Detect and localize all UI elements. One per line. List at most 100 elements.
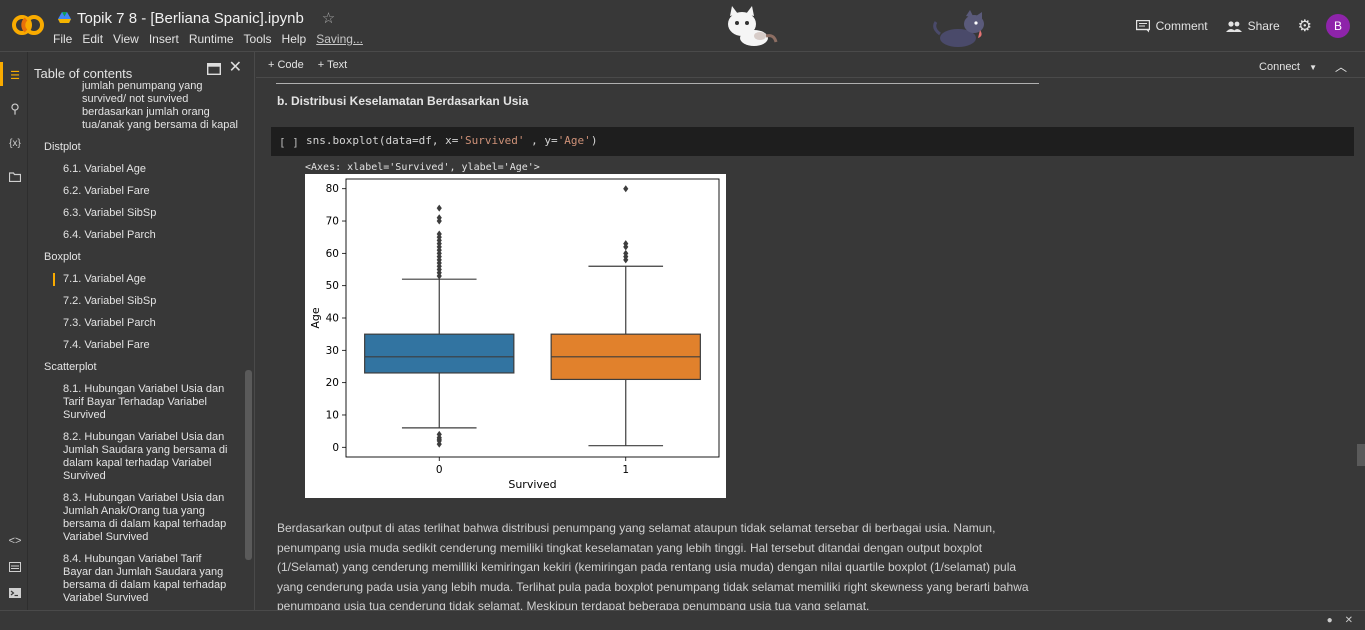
toc-scrollbar[interactable] bbox=[245, 370, 252, 560]
search-icon[interactable]: ⚲ bbox=[6, 100, 24, 118]
toc-header-actions: ✕ bbox=[206, 60, 242, 78]
status-indicator-icon[interactable]: ● bbox=[1327, 615, 1333, 626]
dog-mascot-icon bbox=[933, 10, 984, 47]
avatar[interactable]: B bbox=[1326, 14, 1350, 38]
code-prefix: sns.boxplot(data=df, x= bbox=[306, 134, 459, 147]
boxplot-chart: 0 10 20 30 40 50 60 70 80 Age Survived 0 1 bbox=[309, 178, 720, 491]
menu-help[interactable]: Help bbox=[282, 32, 307, 46]
toc-item[interactable]: 6.4. Variabel Parch bbox=[63, 229, 233, 242]
outlier-point bbox=[436, 204, 442, 212]
y-tick-label: 70 bbox=[326, 216, 339, 228]
y-tick-label: 40 bbox=[326, 313, 339, 325]
comment-icon bbox=[1135, 19, 1150, 32]
notebook-toolbar: + Code + Text Connect ▼ ︿ bbox=[256, 52, 1365, 78]
share-button[interactable]: Share bbox=[1225, 19, 1280, 33]
drive-icon bbox=[58, 12, 71, 23]
menu-bar: File Edit View Insert Runtime Tools Help… bbox=[53, 32, 373, 46]
status-bar: ● ✕ bbox=[0, 610, 1365, 630]
cat-mascot-icon bbox=[728, 6, 778, 46]
toc-item[interactable]: 8.3. Hubungan Variabel Usia dan Jumlah A… bbox=[63, 492, 233, 544]
comment-label: Comment bbox=[1155, 19, 1208, 33]
variables-icon[interactable]: {x} bbox=[6, 134, 24, 152]
menu-edit[interactable]: Edit bbox=[82, 32, 103, 46]
table-of-contents-icon[interactable]: ☰ bbox=[6, 66, 24, 84]
app-header: Topik 7 8 - [Berliana Spanic].ipynb ☆ Fi… bbox=[0, 0, 1365, 52]
folder-icon[interactable] bbox=[6, 168, 24, 186]
run-cell-button[interactable]: [ ] bbox=[279, 136, 299, 149]
saving-status[interactable]: Saving... bbox=[316, 32, 363, 46]
menu-tools[interactable]: Tools bbox=[244, 32, 272, 46]
y-tick-label: 50 bbox=[326, 280, 339, 292]
y-tick-label: 60 bbox=[326, 248, 339, 260]
gear-icon: ⚙ bbox=[1297, 18, 1312, 35]
add-text-button[interactable]: + Text bbox=[318, 59, 347, 71]
outlier-point bbox=[623, 185, 629, 193]
notebook-content: b. Distribusi Keselamatan Berdasarkan Us… bbox=[256, 79, 1365, 610]
colab-logo-icon[interactable] bbox=[12, 12, 44, 38]
terminal-icon[interactable] bbox=[6, 584, 24, 602]
notebook-title[interactable]: Topik 7 8 - [Berliana Spanic].ipynb bbox=[77, 10, 304, 27]
code-string: 'Survived' bbox=[458, 134, 525, 147]
close-icon[interactable]: ✕ bbox=[1345, 615, 1353, 626]
left-rail: ☰ ⚲ {x} <> bbox=[0, 52, 28, 610]
settings-button[interactable]: ⚙ bbox=[1298, 16, 1312, 36]
y-tick-label: 20 bbox=[326, 377, 339, 389]
code-suffix: ) bbox=[590, 134, 598, 147]
dropdown-caret-icon: ▼ bbox=[1309, 62, 1317, 72]
axes-frame bbox=[345, 178, 720, 458]
code-snippets-icon[interactable]: <> bbox=[6, 532, 24, 550]
toc-item[interactable]: 7.2. Variabel SibSp bbox=[63, 295, 233, 308]
table-of-contents-panel: Table of contents ✕ jumlah penumpang yan… bbox=[28, 52, 255, 610]
people-icon bbox=[1225, 20, 1242, 32]
explanation-paragraph: Berdasarkan output di atas terlihat bahw… bbox=[277, 521, 1029, 610]
y-tick-label: 30 bbox=[326, 345, 339, 357]
x-tick-label: 0 bbox=[436, 464, 443, 476]
toc-item[interactable]: 6.2. Variabel Fare bbox=[63, 185, 233, 198]
y-axis-label: Age bbox=[309, 307, 322, 329]
share-label: Share bbox=[1247, 19, 1280, 33]
toc-item[interactable]: 7.4. Variabel Fare bbox=[63, 339, 233, 352]
code-mid: , y= bbox=[524, 134, 558, 147]
connect-label: Connect bbox=[1259, 60, 1300, 73]
toc-title: Table of contents bbox=[34, 66, 133, 81]
main-scrollbar[interactable] bbox=[1357, 444, 1365, 466]
add-code-button[interactable]: + Code bbox=[268, 59, 304, 71]
command-palette-icon[interactable] bbox=[6, 558, 24, 576]
toc-item-scatterplot[interactable]: Scatterplot bbox=[44, 361, 97, 374]
menu-runtime[interactable]: Runtime bbox=[189, 32, 234, 46]
toc-item-boxplot[interactable]: Boxplot bbox=[44, 251, 81, 264]
close-icon[interactable]: ✕ bbox=[229, 60, 242, 78]
header-actions: Comment Share ⚙ B bbox=[1118, 14, 1350, 38]
toc-item[interactable]: 6.3. Variabel SibSp bbox=[63, 207, 233, 220]
y-tick-label: 0 bbox=[332, 442, 339, 454]
code-string: 'Age' bbox=[557, 134, 591, 147]
toc-item[interactable]: 6.1. Variabel Age bbox=[63, 163, 233, 176]
y-tick-label: 80 bbox=[326, 183, 339, 195]
toc-item[interactable]: 8.2. Hubungan Variabel Usia dan Jumlah S… bbox=[63, 431, 233, 483]
code-text[interactable]: sns.boxplot(data=df, x='Survived' , y='A… bbox=[306, 134, 597, 147]
menu-view[interactable]: View bbox=[113, 32, 139, 46]
toc-item[interactable]: 7.3. Variabel Parch bbox=[63, 317, 233, 330]
menu-file[interactable]: File bbox=[53, 32, 72, 46]
divider bbox=[276, 83, 1039, 84]
code-cell[interactable]: [ ] sns.boxplot(data=df, x='Survived' , … bbox=[271, 127, 1354, 156]
section-heading: b. Distribusi Keselamatan Berdasarkan Us… bbox=[277, 94, 529, 108]
menu-insert[interactable]: Insert bbox=[149, 32, 179, 46]
title-row: Topik 7 8 - [Berliana Spanic].ipynb ☆ bbox=[58, 9, 335, 27]
toc-item-active[interactable]: 7.1. Variabel Age bbox=[53, 273, 233, 286]
toc-item[interactable]: 8.1. Hubungan Variabel Usia dan Tarif Ba… bbox=[63, 383, 233, 422]
box-0 bbox=[364, 333, 515, 374]
star-icon[interactable]: ☆ bbox=[322, 9, 335, 27]
connect-button[interactable]: Connect ▼ bbox=[1259, 61, 1317, 73]
rail-active-indicator bbox=[0, 62, 3, 86]
toc-item-distplot[interactable]: Distplot bbox=[44, 141, 81, 154]
toc-item[interactable]: 8.4. Hubungan Variabel Tarif Bayar dan J… bbox=[63, 553, 233, 605]
comment-button[interactable]: Comment bbox=[1135, 19, 1208, 33]
cell-output-text: <Axes: xlabel='Survived', ylabel='Age'> bbox=[305, 162, 540, 173]
y-tick-label: 10 bbox=[326, 409, 339, 421]
open-in-tab-icon[interactable] bbox=[206, 62, 221, 78]
collapse-icon[interactable]: ︿ bbox=[1335, 58, 1347, 75]
x-tick-label: 1 bbox=[622, 464, 629, 476]
boxplot-figure: 0 10 20 30 40 50 60 70 80 Age Survived 0 1 bbox=[305, 174, 726, 498]
toc-item[interactable]: jumlah penumpang yang survived/ not surv… bbox=[82, 80, 242, 132]
